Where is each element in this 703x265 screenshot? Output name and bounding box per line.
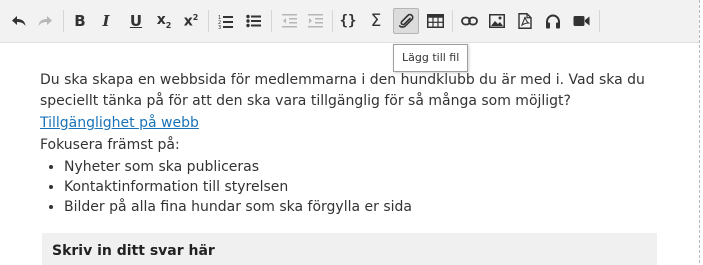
indent-button[interactable] — [302, 8, 328, 34]
bullet-list-button[interactable] — [241, 8, 267, 34]
list-item: Nyheter som ska publiceras — [64, 157, 665, 177]
link-button[interactable] — [456, 8, 482, 34]
indent-icon — [307, 14, 323, 28]
subscript-button[interactable]: x2 — [151, 8, 177, 34]
bold-button[interactable]: B — [67, 8, 93, 34]
question-paragraph: Du ska skapa en webbsida för medlemmarna… — [40, 72, 645, 109]
video-camera-icon — [573, 16, 589, 26]
bold-icon: B — [74, 12, 86, 30]
undo-button[interactable] — [6, 8, 32, 34]
outdent-button[interactable] — [276, 8, 302, 34]
italic-button[interactable]: I — [93, 8, 119, 34]
accessibility-link[interactable]: Tillgänglighet på webb — [40, 113, 199, 134]
image-button[interactable] — [484, 8, 510, 34]
pdf-icon — [518, 13, 532, 29]
image-icon — [489, 14, 505, 28]
subscript-icon: x2 — [156, 12, 172, 30]
link-icon — [460, 16, 478, 26]
tooltip: Lägg till fil — [393, 44, 469, 72]
focus-list: Nyheter som ska publiceras Kontaktinform… — [40, 157, 665, 217]
superscript-button[interactable]: x2 — [178, 8, 204, 34]
answer-label: Skriv in ditt svar här — [52, 243, 215, 259]
svg-text:3: 3 — [218, 25, 221, 29]
ordered-list-button[interactable]: 1 2 3 — [213, 8, 239, 34]
outdent-icon — [281, 14, 297, 28]
audio-button[interactable] — [540, 8, 566, 34]
code-button[interactable]: {} — [335, 8, 361, 34]
list-item: Kontaktinformation till styrelsen — [64, 177, 665, 197]
underline-button[interactable]: U — [123, 8, 149, 34]
rich-text-editor: B I U x2 x2 1 2 3 {} Σ Lägg till fil Du … — [0, 0, 700, 265]
pdf-button[interactable] — [512, 8, 538, 34]
paperclip-icon — [398, 13, 414, 28]
headphones-icon — [546, 13, 560, 28]
attach-file-button[interactable] — [393, 8, 419, 34]
answer-box[interactable]: Skriv in ditt svar här — [42, 233, 657, 265]
question-content: Du ska skapa en webbsida för medlemmarna… — [40, 70, 665, 217]
superscript-icon: x2 — [183, 12, 199, 30]
ordered-list-icon: 1 2 3 — [218, 15, 233, 29]
table-icon — [426, 14, 444, 28]
bullet-list-icon — [246, 14, 261, 28]
list-item: Bilder på alla fina hundar som ska förgy… — [64, 197, 665, 217]
sigma-icon: Σ — [370, 11, 382, 31]
table-button[interactable] — [422, 8, 448, 34]
redo-icon — [38, 16, 52, 26]
code-braces-icon: {} — [339, 13, 357, 29]
focus-label: Fokusera främst på: — [40, 137, 180, 153]
video-button[interactable] — [568, 8, 594, 34]
formula-button[interactable]: Σ — [363, 8, 389, 34]
underline-icon: U — [129, 12, 143, 30]
redo-button[interactable] — [32, 8, 58, 34]
undo-icon — [12, 16, 26, 26]
editor-toolbar: B I U x2 x2 1 2 3 {} Σ — [0, 0, 699, 43]
italic-icon: I — [102, 12, 110, 30]
